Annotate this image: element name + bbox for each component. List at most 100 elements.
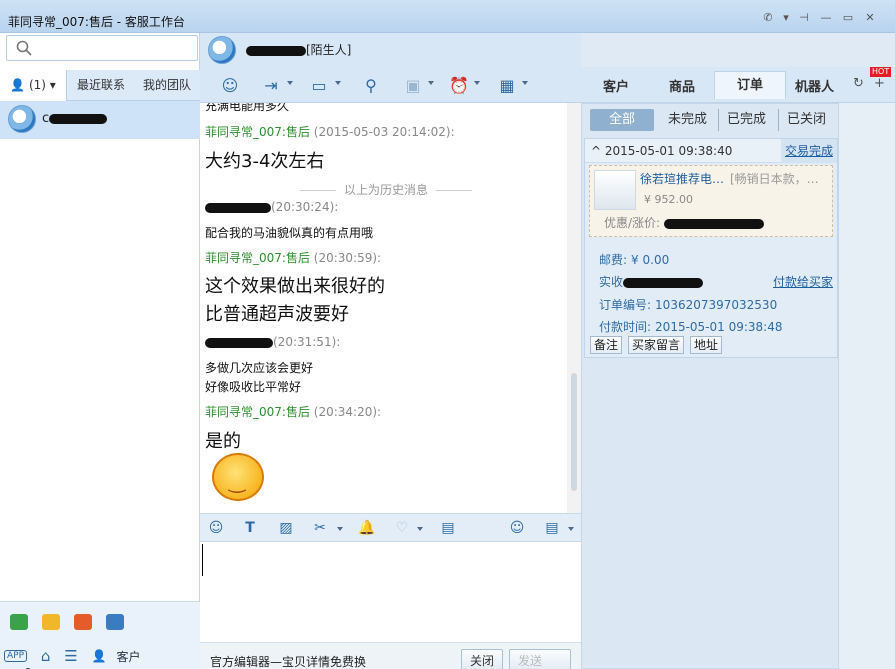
collapse-icon[interactable]: ^ — [591, 144, 601, 158]
scrollbar-thumb[interactable] — [571, 373, 577, 491]
minimize-icon[interactable]: — — [815, 9, 837, 27]
calendar-icon[interactable]: ▦ — [494, 75, 520, 97]
order-status-link[interactable]: 交易完成 — [780, 139, 837, 163]
tab-contacts[interactable]: 👤 (1) ▾ — [0, 70, 67, 101]
discount-row: 优惠/涨价: — [604, 214, 764, 231]
message-text: 比普通超声波要好 — [205, 304, 349, 325]
add-friend-icon[interactable]: ⚲ — [358, 75, 384, 97]
image-icon[interactable]: ▨ — [276, 518, 296, 538]
buyer-message-button[interactable]: 买家留言 — [628, 336, 685, 354]
note-button[interactable]: 备注 — [590, 336, 623, 354]
message-text: 是的 — [205, 431, 241, 452]
message-header: (20:31:51): — [205, 335, 340, 349]
heart-icon[interactable]: ♡ — [392, 518, 412, 538]
person-icon: 👤 — [10, 78, 26, 92]
contact-tabs: 👤 (1) ▾ 最近联系 我的团队 — [0, 70, 200, 101]
close-button[interactable]: 关闭 — [461, 649, 504, 669]
sender-name: 菲同寻常_007:售后 — [205, 125, 310, 139]
promo-link[interactable]: 官方编辑器—宝贝详情免费换 — [210, 653, 366, 669]
tab-robot[interactable]: 机器人 — [795, 76, 834, 95]
message-time: (20:31:51): — [273, 335, 341, 349]
chat-scrollbar[interactable] — [567, 103, 581, 513]
store-icon[interactable]: ⌂ — [41, 647, 51, 665]
tab-customer[interactable]: 客户 — [603, 76, 629, 95]
tab-product[interactable]: 商品 — [669, 76, 695, 95]
message-text: 配合我的马油貌似真的有点用哦 — [205, 226, 374, 240]
pin-icon[interactable]: ⊣ — [793, 9, 815, 27]
search-input[interactable] — [6, 35, 198, 61]
maximize-icon[interactable]: ▭ — [837, 9, 859, 27]
emoji-icon[interactable]: ☺ — [206, 518, 226, 538]
input-footer: 官方编辑器—宝贝详情免费换 关闭 发送 — [200, 642, 581, 669]
shipping-row: 邮费: ¥ 0.00 — [599, 251, 669, 268]
redacted-mark — [623, 277, 704, 288]
quick-reply-icon[interactable]: ☺ — [507, 518, 527, 538]
shop-icon[interactable] — [74, 614, 92, 630]
message-text: 大约3-4次左右 — [205, 151, 325, 172]
order-filter-tabs: 全部 未完成 已完成 已关闭 — [588, 109, 834, 131]
screen-share-icon[interactable]: ▣ — [400, 75, 426, 97]
filter-incomplete[interactable]: 未完成 — [660, 109, 715, 131]
transfer-icon[interactable]: ⇥ — [258, 75, 284, 97]
chevron-down-icon[interactable]: ▾ — [779, 9, 793, 27]
pay-time-row: 付款时间: 2015-05-01 09:38:48 — [599, 318, 783, 335]
message-header: 菲同寻常_007:售后 (20:34:20): — [205, 403, 381, 420]
product-image[interactable] — [594, 170, 636, 210]
send-button[interactable]: 发送 — [509, 649, 571, 669]
pay-to-buyer-link[interactable]: 付款给买家 — [773, 273, 833, 290]
record-icon[interactable]: ▤ — [542, 518, 562, 538]
phone-icon[interactable]: ✆ — [757, 9, 779, 27]
message-time: (20:30:24): — [271, 200, 339, 214]
order-card: ^ 2015-05-01 09:38:40 交易完成 徐若瑄推荐电… [畅销日本… — [584, 138, 838, 358]
customer-button[interactable]: 👤 客户 — [91, 648, 150, 665]
discount-label: 优惠/涨价: — [604, 216, 661, 230]
app-icon[interactable]: APP — [4, 650, 28, 662]
alarm-icon[interactable]: ⏰ — [446, 75, 472, 97]
calculator-icon[interactable]: ▤ — [438, 518, 458, 538]
redacted-mark — [205, 337, 273, 348]
tab-contacts-label: (1) — [28, 78, 46, 92]
add-icon[interactable]: + — [874, 76, 885, 91]
message-input[interactable] — [200, 542, 581, 642]
tab-recent[interactable]: 最近联系 — [70, 70, 132, 101]
filter-all[interactable]: 全部 — [590, 109, 654, 131]
avatar — [8, 105, 36, 133]
font-icon[interactable]: T — [240, 518, 260, 538]
avatar — [208, 36, 236, 64]
left-panel: 👤 (1) ▾ 最近联系 我的团队 c APP ⌂ ☰ 👤 客户 ✉0 — [0, 33, 200, 669]
contact-tag: [陌生人] — [306, 43, 352, 57]
tab-order[interactable]: 订单 — [714, 71, 787, 99]
message-text: 这个效果做出来很好的 — [205, 276, 385, 297]
filter-completed[interactable]: 已完成 — [718, 109, 774, 131]
emoji-chat-icon[interactable]: ☺ — [217, 75, 243, 97]
redacted-mark — [663, 218, 764, 229]
green-app-icon[interactable] — [10, 614, 28, 630]
address-button[interactable]: 地址 — [690, 336, 723, 354]
history-divider: 以上为历史消息 — [292, 181, 480, 198]
sell-icon[interactable] — [106, 614, 124, 630]
tab-my-team[interactable]: 我的团队 — [136, 70, 198, 101]
customer-icon: 👤 — [91, 649, 107, 663]
bell-icon[interactable]: 🔔 — [357, 518, 377, 538]
order-panel: 全部 未完成 已完成 已关闭 ^ 2015-05-01 09:38:40 交易完… — [581, 103, 839, 669]
close-icon[interactable]: ✕ — [859, 9, 881, 27]
chat-header: [陌生人] — [200, 33, 581, 67]
folder-icon[interactable] — [42, 614, 60, 630]
order-number: 1036207397032530 — [655, 298, 778, 312]
chat-toolbar: ☺ ⇥ ▭ ⚲ ▣ ⏰ ▦ — [200, 67, 581, 103]
scissors-icon[interactable]: ✂ — [310, 518, 330, 538]
contact-list-item[interactable]: c — [0, 101, 200, 139]
filter-closed[interactable]: 已关闭 — [778, 109, 834, 131]
product-desc: [畅销日本款，… — [730, 172, 819, 186]
list-icon[interactable]: ☰ — [64, 647, 77, 665]
message-text: 好像吸收比平常好 — [205, 380, 302, 394]
product-name[interactable]: 徐若瑄推荐电… — [640, 170, 724, 187]
mail-button[interactable]: ✉0 — [4, 665, 42, 669]
refresh-icon[interactable]: ↻ — [853, 76, 864, 91]
message-time: (20:30:59): — [313, 251, 382, 265]
order-header[interactable]: ^ 2015-05-01 09:38:40 交易完成 — [585, 139, 837, 163]
side-strip — [839, 103, 895, 669]
shipping-label: 邮费: — [599, 253, 628, 267]
message-header: 菲同寻常_007:售后 (20:30:59): — [205, 249, 381, 266]
video-icon[interactable]: ▭ — [306, 75, 332, 97]
